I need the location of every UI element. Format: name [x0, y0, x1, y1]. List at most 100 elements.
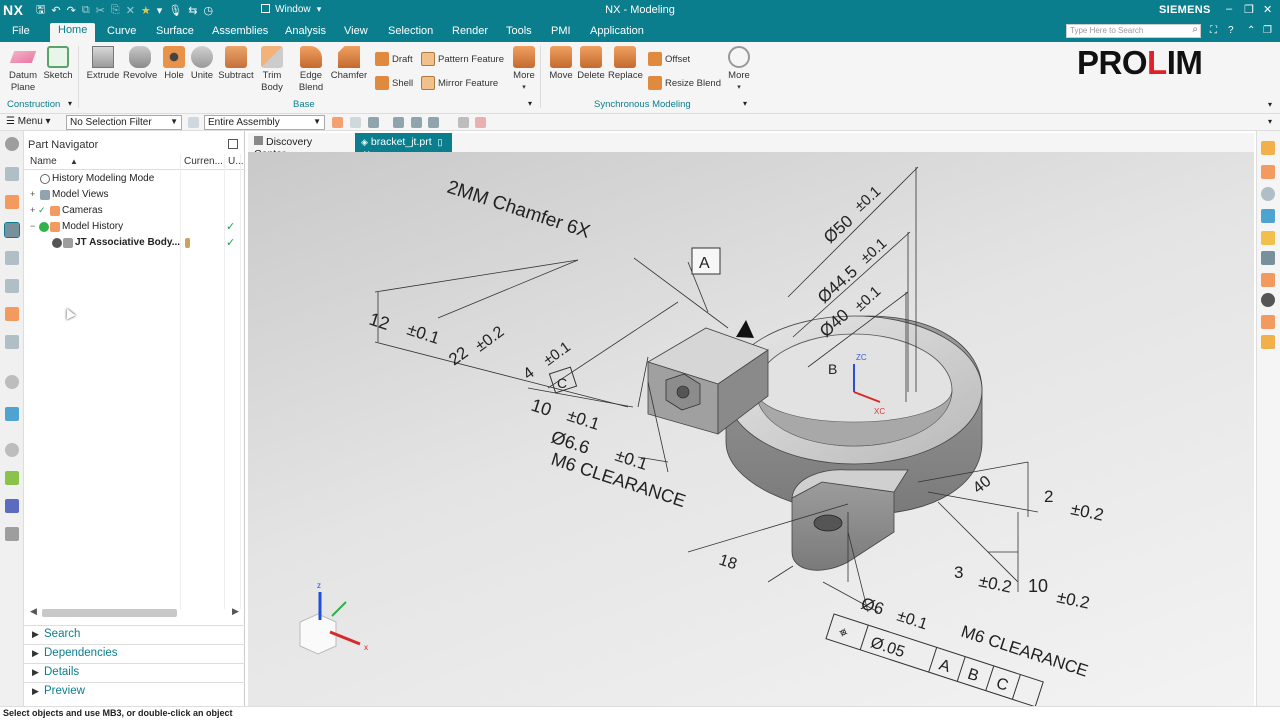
sketch-button[interactable]: Sketch	[43, 46, 73, 82]
section-preview[interactable]: ▶ Preview	[24, 682, 245, 700]
tab-render[interactable]: Render	[452, 24, 488, 42]
expand-plus-icon[interactable]: +	[30, 189, 35, 199]
tab-analysis[interactable]: Analysis	[285, 24, 326, 42]
section-dependencies[interactable]: ▶ Dependencies	[24, 644, 245, 662]
section-search[interactable]: ▶ Search	[24, 625, 245, 643]
tab-view[interactable]: View	[344, 24, 368, 42]
nav-row-history-mode[interactable]: History Modeling Mode	[24, 171, 245, 187]
more-base-button[interactable]: More ▾	[509, 46, 539, 94]
deselect-all-icon[interactable]	[475, 117, 486, 128]
tab-home[interactable]: Home	[50, 23, 96, 42]
column-current[interactable]: Curren...	[184, 156, 223, 167]
move-face-button[interactable]: Move	[546, 46, 576, 82]
revolve-button[interactable]: Revolve	[123, 46, 157, 82]
scroll-left-icon[interactable]: ◀	[30, 606, 37, 617]
orient-view-icon[interactable]	[1261, 209, 1275, 223]
chamfer-note[interactable]: 2MM Chamfer 6X	[444, 177, 592, 243]
reuse-library-icon[interactable]	[5, 251, 19, 265]
tab-pmi[interactable]: PMI	[551, 24, 571, 42]
horizontal-scrollbar[interactable]: ◀ ▶	[28, 606, 242, 619]
dia-44-tol[interactable]: ±0.1	[857, 235, 890, 267]
assembly-select-icon[interactable]	[428, 117, 439, 128]
tab-surface[interactable]: Surface	[156, 24, 194, 42]
filter-reset-icon[interactable]	[188, 117, 199, 128]
resize-blend-button[interactable]: Resize Blend	[648, 76, 721, 90]
hide-icon[interactable]	[1261, 187, 1275, 201]
dim-10[interactable]: 10	[529, 395, 554, 420]
assembly-navigator-icon[interactable]	[5, 167, 19, 181]
unite-button[interactable]: Unite	[188, 46, 216, 82]
tools-icon[interactable]	[5, 527, 19, 541]
draft-button[interactable]: Draft	[375, 52, 413, 66]
shell-button[interactable]: Shell	[375, 76, 413, 90]
curve-rule-icon[interactable]	[368, 117, 379, 128]
show-hide-eye-icon[interactable]	[1261, 293, 1275, 307]
snap-point-icon[interactable]	[332, 117, 343, 128]
scroll-right-icon[interactable]: ▶	[232, 606, 239, 617]
datum-b-label[interactable]: B	[828, 361, 837, 377]
edge-blend-button[interactable]: Edge Blend	[294, 46, 328, 94]
dim-18[interactable]: 18	[717, 552, 739, 574]
base-group-expand-icon[interactable]: ▾	[528, 99, 532, 108]
minimize-icon[interactable]: –	[1226, 3, 1232, 15]
nav-row-model-views[interactable]: + Model Views	[24, 187, 245, 203]
search-icon[interactable]: ⌕	[1192, 24, 1198, 35]
layer-settings-icon[interactable]	[1261, 335, 1275, 349]
dim-2-tol[interactable]: ±0.2	[1069, 499, 1105, 524]
dim-12-tol[interactable]: ±0.1	[405, 320, 442, 348]
maximize-panel-icon[interactable]	[228, 139, 238, 149]
dim-40[interactable]: 40	[970, 473, 995, 497]
dim-22[interactable]: 22	[445, 343, 471, 369]
dia-40-tol[interactable]: ±0.1	[851, 283, 884, 315]
collapse-ribbon-icon[interactable]: ⌃	[1247, 25, 1255, 36]
tab-file[interactable]: File	[12, 24, 30, 42]
dim-10-tol[interactable]: ±0.1	[565, 406, 602, 434]
ribbon-options-icon[interactable]: ▾	[1268, 100, 1272, 109]
mirror-feature-button[interactable]: Mirror Feature	[421, 76, 498, 90]
web-browser-icon[interactable]	[5, 307, 19, 321]
dim-2[interactable]: 2	[1044, 487, 1053, 506]
tab-assemblies[interactable]: Assemblies	[212, 24, 268, 42]
column-name[interactable]: Name	[30, 156, 57, 167]
clamp-bolt-hole[interactable]	[676, 385, 690, 399]
roles-icon[interactable]	[5, 443, 19, 457]
edit-object-icon[interactable]	[1261, 273, 1275, 287]
visibility-eye-icon[interactable]	[52, 238, 62, 248]
collapse-minus-icon[interactable]: −	[30, 221, 35, 231]
help-icon[interactable]: ?	[1228, 25, 1234, 36]
dia-50-tol[interactable]: ±0.1	[851, 183, 884, 215]
fullscreen-icon[interactable]: ⛶	[1210, 25, 1217, 36]
view-triad[interactable]: z x	[299, 581, 368, 655]
tab-selection[interactable]: Selection	[388, 24, 433, 42]
toolbar-options-icon[interactable]: ▾	[1268, 117, 1272, 126]
section-details[interactable]: ▶ Details	[24, 663, 245, 681]
select-feature-icon[interactable]	[350, 117, 361, 128]
measure-icon[interactable]	[1261, 315, 1275, 329]
pattern-feature-button[interactable]: Pattern Feature	[421, 52, 504, 66]
sync-group-expand-icon[interactable]: ▾	[743, 99, 747, 108]
close-icon[interactable]: ✕	[1263, 3, 1272, 16]
hole2-diameter-tol[interactable]: ±0.1	[895, 608, 930, 634]
hole2-diameter[interactable]: Ø6	[859, 594, 886, 619]
knowledge-icon[interactable]	[5, 499, 19, 513]
nav-row-jt-body[interactable]: JT Associative Body... ✓	[24, 235, 245, 251]
render-style-icon[interactable]	[1261, 251, 1275, 265]
graphics-window[interactable]: 2MM Chamfer 6X A 12 ±0.1 22 ±0.2 4 ±0.1 …	[248, 152, 1254, 706]
fit-view-icon[interactable]	[1261, 141, 1275, 155]
dim-12[interactable]: 12	[367, 309, 392, 334]
datum-plane-button[interactable]: Datum Plane	[6, 46, 40, 94]
construction-expand-icon[interactable]: ▾	[68, 99, 72, 108]
dim-10b[interactable]: 10	[1028, 576, 1048, 596]
dim-4-tol[interactable]: ±0.1	[540, 338, 574, 369]
bracket-model[interactable]	[647, 315, 983, 571]
sort-ascending-icon[interactable]: ▲	[70, 157, 78, 166]
nav-row-cameras[interactable]: + ✓ Cameras	[24, 203, 245, 219]
shaded-view-icon[interactable]	[1261, 165, 1275, 179]
tab-discovery-center[interactable]: Discovery Center	[248, 133, 352, 160]
delete-face-button[interactable]: Delete	[576, 46, 606, 82]
selection-scope-dropdown[interactable]: Entire Assembly ▼	[204, 115, 325, 130]
show-hide-icon[interactable]	[458, 117, 469, 128]
column-u[interactable]: U...	[228, 156, 244, 167]
check-icon[interactable]: ✓	[38, 205, 46, 216]
part-navigator-icon[interactable]	[4, 222, 20, 238]
